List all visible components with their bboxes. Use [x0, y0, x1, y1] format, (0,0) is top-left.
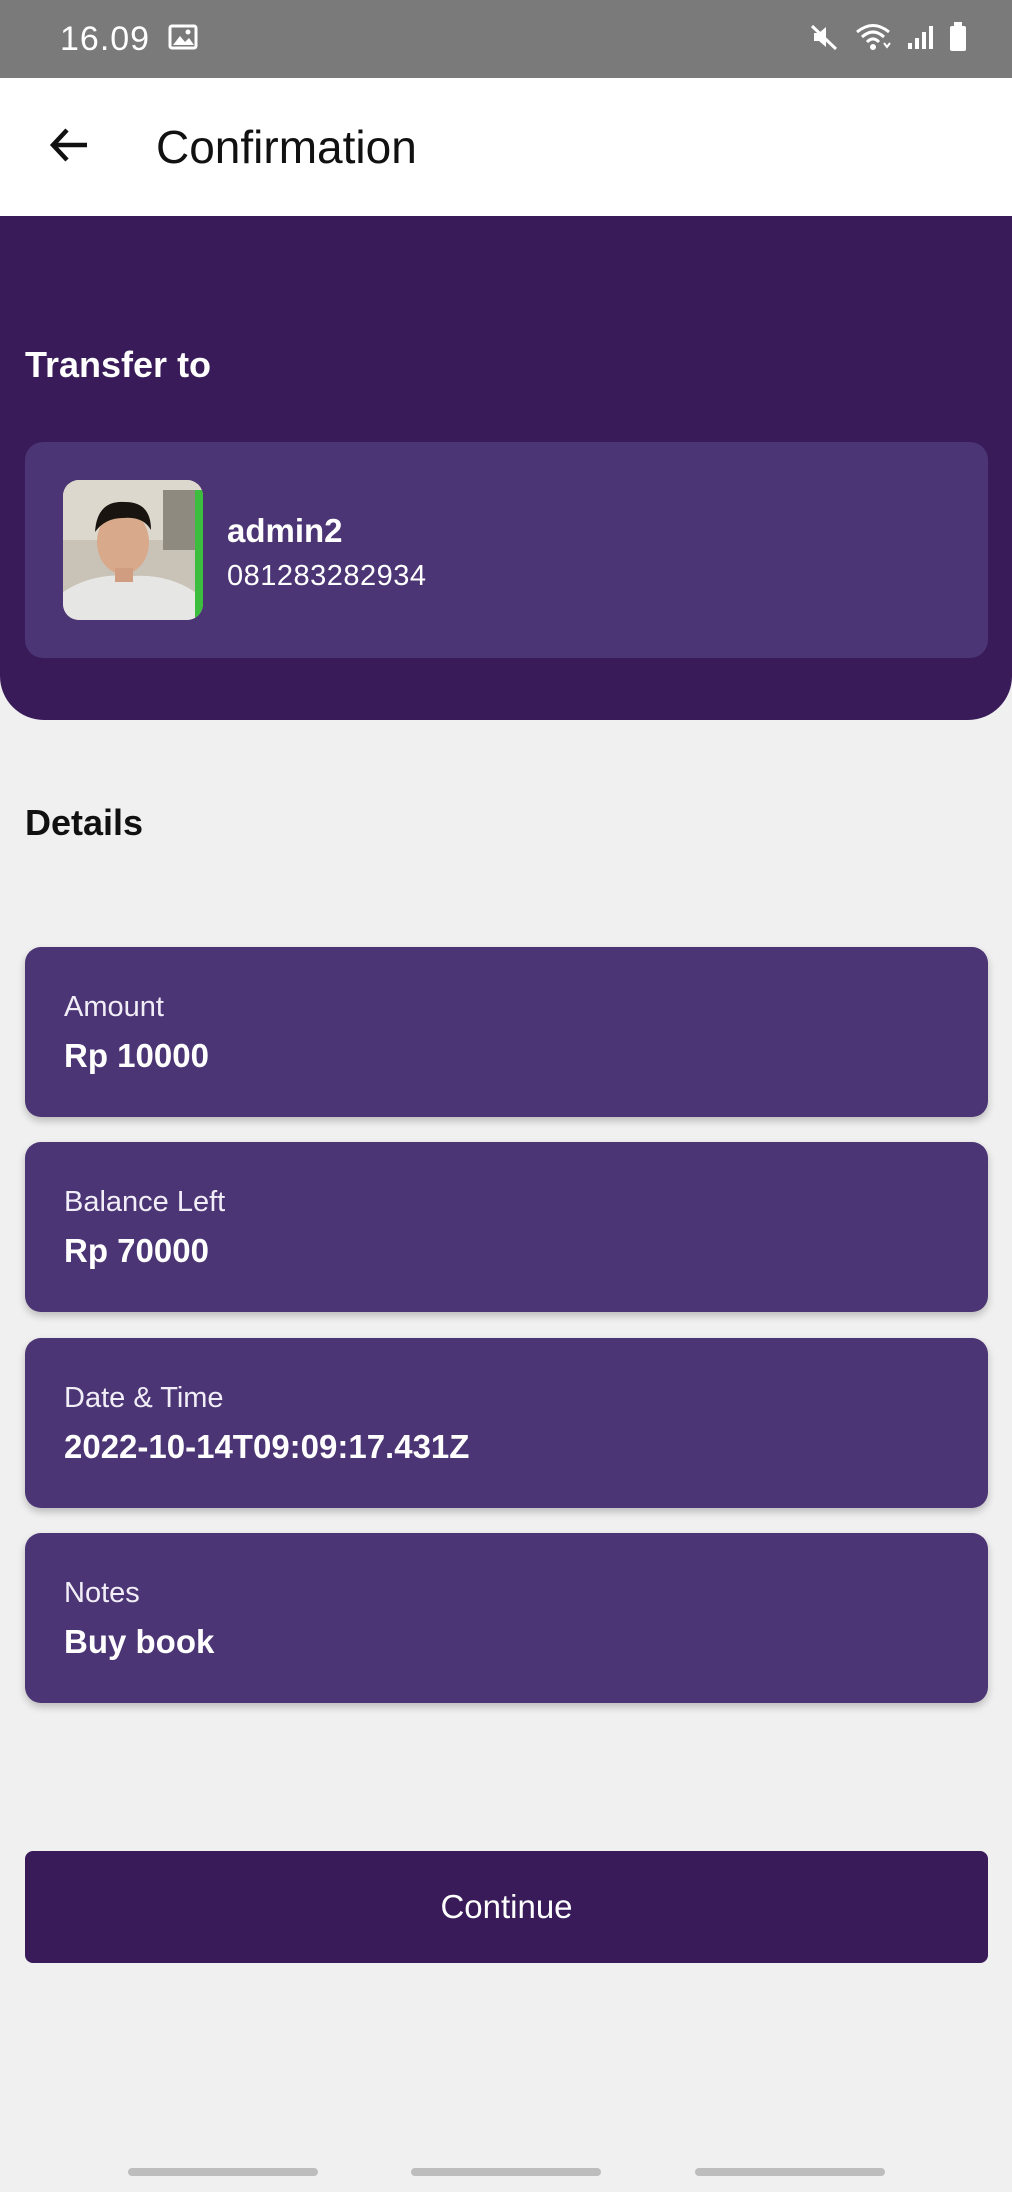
continue-button[interactable]: Continue	[25, 1851, 988, 1963]
recipient-phone: 081283282934	[227, 560, 427, 592]
detail-value: Rp 70000	[64, 1232, 209, 1269]
detail-label: Notes	[64, 1577, 140, 1609]
detail-value: 2022-10-14T09:09:17.431Z	[64, 1428, 470, 1465]
detail-label: Date & Time	[64, 1382, 224, 1414]
detail-value: Buy book	[64, 1623, 215, 1660]
detail-card-notes: Notes Buy book	[25, 1533, 988, 1703]
avatar	[63, 480, 203, 620]
mute-icon	[808, 21, 840, 58]
status-time: 16.09	[60, 19, 151, 58]
app-bar: Confirmation	[0, 78, 1012, 216]
recipient-card: admin2 081283282934	[25, 442, 988, 658]
wifi-icon	[854, 21, 892, 58]
detail-card-datetime: Date & Time 2022-10-14T09:09:17.431Z	[25, 1338, 988, 1508]
nav-home-hint[interactable]	[411, 2168, 601, 2176]
detail-value: Rp 10000	[64, 1037, 209, 1074]
detail-card-amount: Amount Rp 10000	[25, 947, 988, 1117]
detail-label: Balance Left	[64, 1186, 226, 1218]
page-title: Confirmation	[156, 121, 417, 173]
details-heading: Details	[25, 802, 144, 843]
nav-back-hint[interactable]	[695, 2168, 885, 2176]
arrow-left-icon	[45, 121, 93, 174]
status-right	[808, 21, 968, 58]
status-left: 16.09	[60, 20, 198, 59]
back-button[interactable]	[24, 102, 114, 192]
transfer-heading: Transfer to	[25, 344, 212, 385]
battery-icon	[948, 21, 968, 58]
image-icon	[168, 23, 198, 56]
detail-label: Amount	[64, 991, 164, 1023]
transfer-section: Transfer to admin2 081283282934	[0, 216, 1012, 720]
nav-recents-hint[interactable]	[128, 2168, 318, 2176]
signal-icon	[906, 23, 934, 56]
recipient-name: admin2	[227, 512, 343, 549]
status-bar: 16.09	[0, 0, 1012, 78]
detail-card-balance: Balance Left Rp 70000	[25, 1142, 988, 1312]
